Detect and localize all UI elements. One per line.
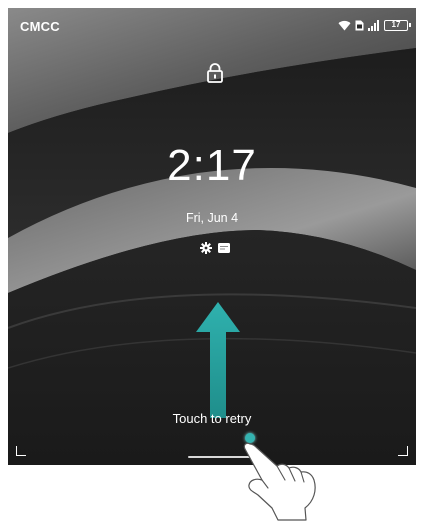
sim-card-icon (355, 20, 364, 30)
wifi-icon (338, 20, 351, 30)
carrier-name: CMCC (20, 19, 60, 34)
lock-screen: CMCC 17 2:17 Fri, Jun 4 Touch to retry (8, 8, 416, 465)
shortcut-icons (200, 242, 230, 254)
status-bar: CMCC 17 (8, 8, 416, 36)
battery-icon: 17 (384, 19, 411, 31)
signal-icon (368, 19, 379, 31)
corner-guide-left (16, 446, 26, 456)
clock-date: Fri, Jun 4 (185, 211, 239, 225)
message-card-icon[interactable] (218, 242, 230, 254)
corner-guide-right (398, 446, 408, 456)
touch-to-retry-text[interactable]: Touch to retry (8, 411, 416, 426)
clock-time: 2:17 (167, 141, 257, 190)
status-icons: 17 (338, 18, 411, 32)
lock-icon[interactable] (205, 62, 225, 84)
arrow-up-icon (196, 302, 240, 418)
pointing-hand-icon (243, 442, 316, 521)
settings-gear-icon[interactable] (200, 242, 212, 254)
battery-level: 17 (391, 20, 401, 29)
